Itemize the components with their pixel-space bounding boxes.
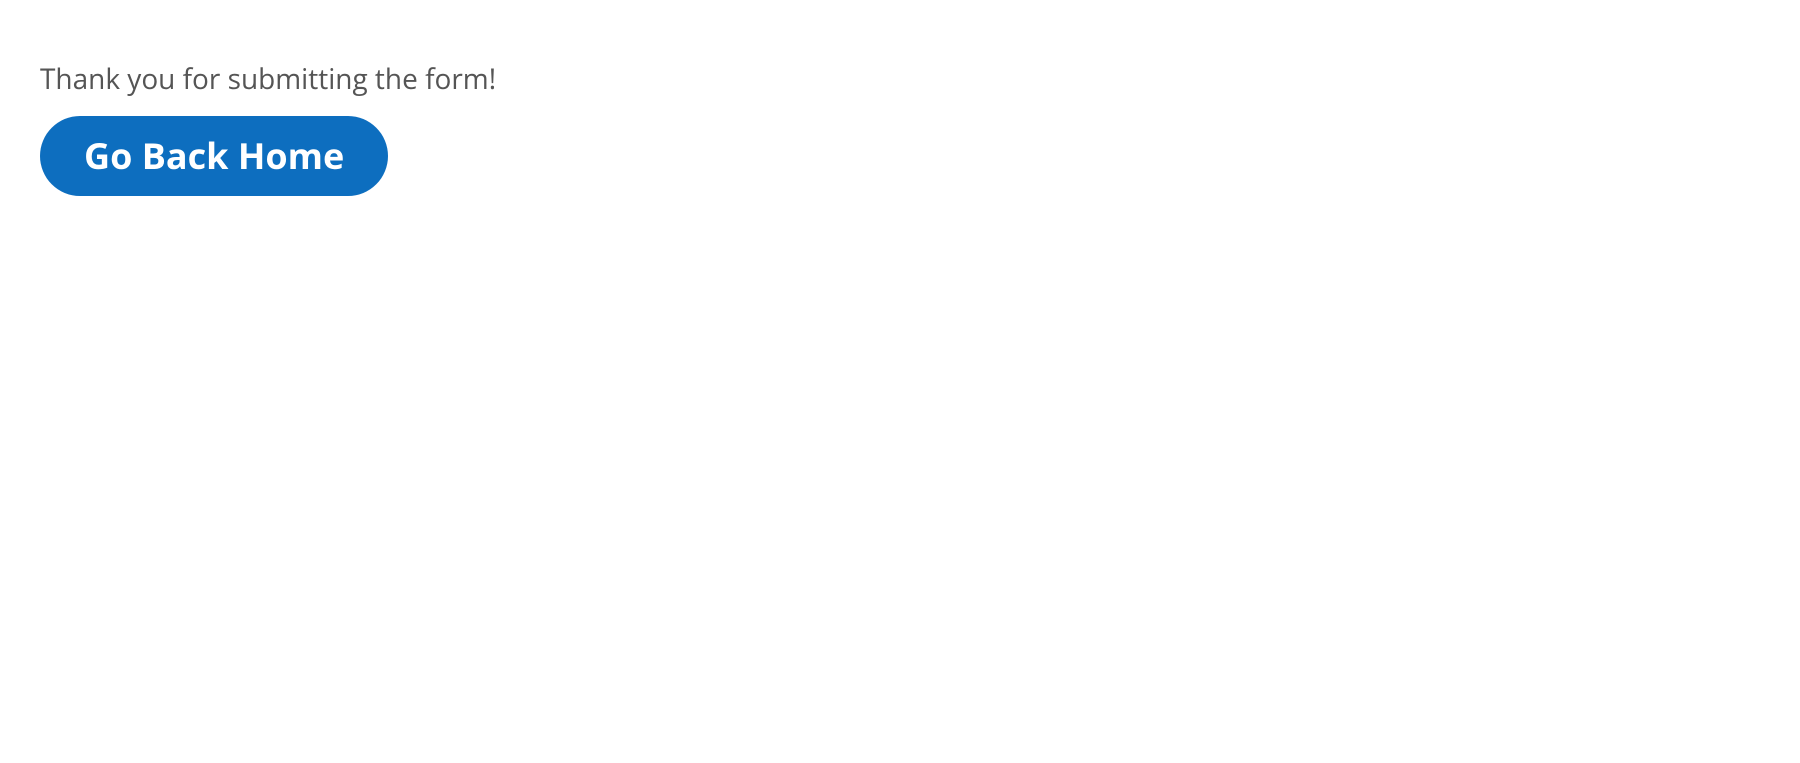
go-back-home-button[interactable]: Go Back Home — [40, 116, 388, 196]
thank-you-message: Thank you for submitting the form! — [40, 60, 1760, 98]
